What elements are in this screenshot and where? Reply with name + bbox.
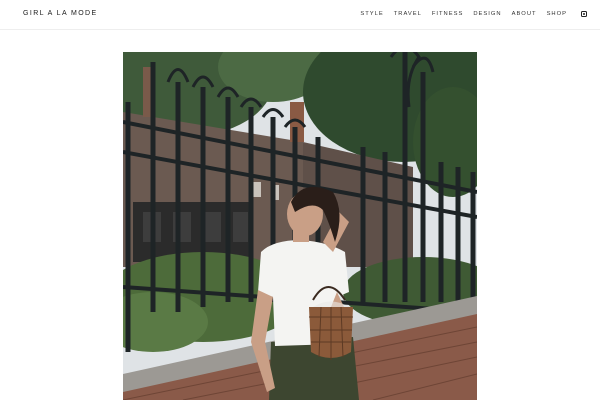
nav-item-design[interactable]: DESIGN	[473, 11, 501, 17]
site-logo[interactable]: GIRL A LA MODE	[23, 10, 98, 17]
site-header: GIRL A LA MODE STYLE TRAVEL FITNESS DESI…	[0, 0, 600, 30]
hero-photo-illustration	[123, 52, 477, 400]
nav-item-about[interactable]: ABOUT	[512, 11, 537, 17]
nav-item-travel[interactable]: TRAVEL	[394, 11, 422, 17]
nav-item-shop[interactable]: SHOP	[547, 11, 567, 17]
main-nav: STYLE TRAVEL FITNESS DESIGN ABOUT SHOP	[350, 11, 587, 17]
nav-item-fitness[interactable]: FITNESS	[432, 11, 463, 17]
instagram-icon[interactable]	[581, 11, 587, 17]
hero-photo	[123, 52, 477, 400]
nav-item-style[interactable]: STYLE	[360, 11, 383, 17]
